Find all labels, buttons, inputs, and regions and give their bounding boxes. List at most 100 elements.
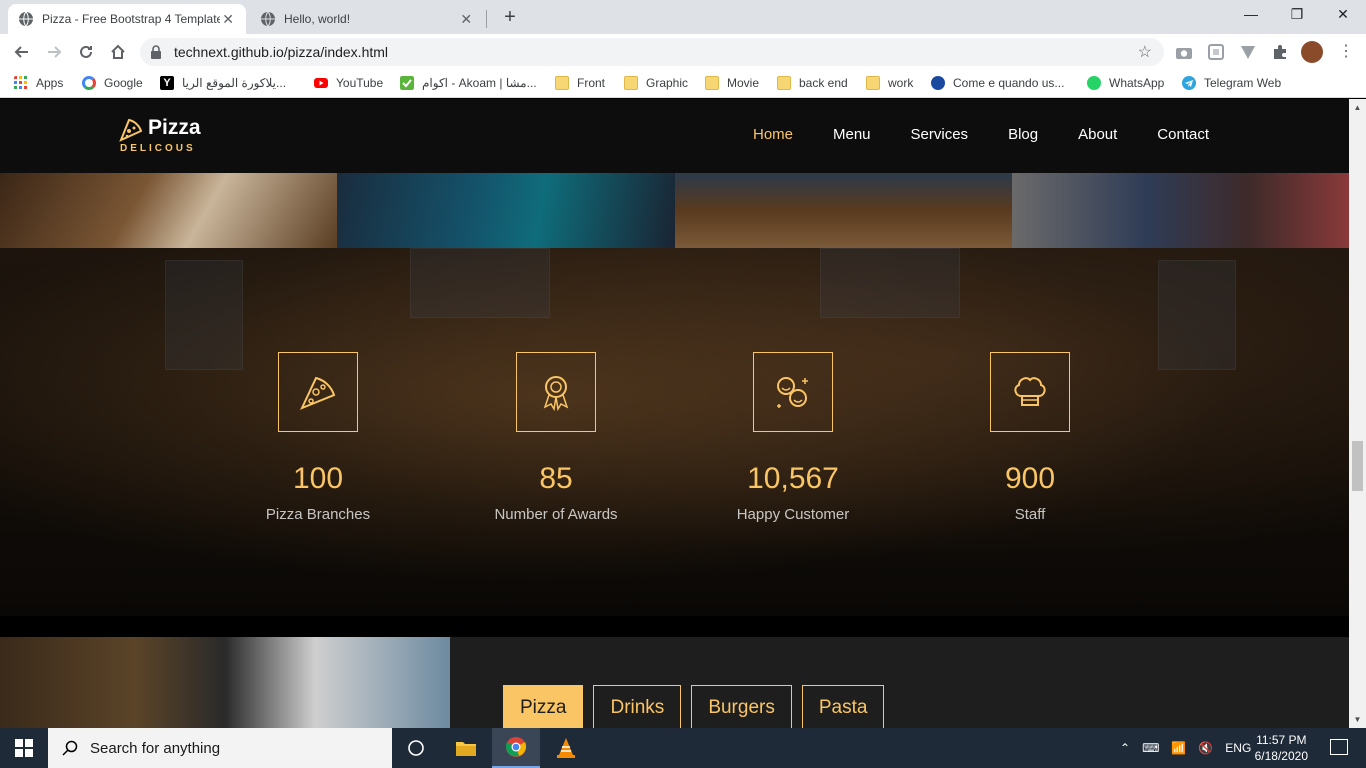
bookmark-folder-graphic[interactable]: Graphic — [624, 76, 688, 90]
search-placeholder: Search for anything — [90, 739, 221, 757]
forward-arrow-icon[interactable] — [42, 40, 66, 64]
taskbar-clock[interactable]: 11:57 PM 6/18/2020 — [1255, 732, 1308, 764]
section-gap — [0, 616, 1349, 637]
nav-menu[interactable]: Menu — [833, 126, 871, 143]
background-window — [410, 248, 550, 318]
browser-tab-strip: Pizza - Free Bootstrap 4 Template ✕ Hell… — [0, 0, 1366, 34]
menu-tab-pasta[interactable]: Pasta — [801, 685, 885, 728]
counter-value: 85 — [539, 462, 573, 495]
close-icon[interactable]: ✕ — [220, 11, 236, 28]
language-indicator[interactable]: ENG — [1225, 741, 1251, 755]
extension-box-icon[interactable] — [1206, 42, 1226, 62]
menu-tab-burgers[interactable]: Burgers — [691, 685, 792, 728]
minimize-button[interactable]: — — [1228, 0, 1274, 30]
back-arrow-icon[interactable] — [10, 40, 34, 64]
windows-taskbar: Search for anything ⌃ ⌨ 📶 🔇 ENG 11:57 PM… — [0, 728, 1366, 768]
site-logo[interactable]: Pizza DELICOUS — [118, 117, 201, 154]
new-tab-button[interactable]: + — [498, 6, 522, 30]
reload-icon[interactable] — [74, 40, 98, 64]
keyboard-icon[interactable]: ⌨ — [1142, 741, 1159, 755]
vpn-extension-icon[interactable] — [1238, 42, 1258, 62]
nav-home[interactable]: Home — [753, 126, 793, 143]
nav-services[interactable]: Services — [911, 126, 969, 143]
chevron-up-icon[interactable]: ⌃ — [1120, 741, 1130, 755]
address-bar[interactable]: technext.github.io/pizza/index.html ☆ — [140, 38, 1164, 66]
counter-icon-box — [753, 352, 833, 432]
background-window — [1158, 260, 1236, 370]
bookmark-google[interactable]: Google — [82, 76, 143, 90]
page-viewport: Pizza DELICOUS Home Menu Services Blog A… — [0, 99, 1349, 728]
scroll-up-arrow-icon[interactable]: ▲ — [1349, 99, 1366, 116]
counter-label: Happy Customer — [736, 506, 850, 523]
telegram-icon — [1182, 76, 1196, 90]
file-explorer-button[interactable] — [442, 728, 490, 768]
bookmark-yallakora[interactable]: Y يلاكورة الموقع الريا... — [160, 76, 286, 90]
check-icon — [400, 76, 414, 90]
puzzle-icon[interactable] — [1270, 42, 1290, 62]
taskbar-search-box[interactable]: Search for anything — [48, 728, 392, 768]
folder-icon — [777, 76, 791, 90]
counter-icon-box — [516, 352, 596, 432]
y-icon: Y — [160, 76, 174, 90]
counter-label: Pizza Branches — [265, 506, 371, 523]
bookmark-telegram[interactable]: Telegram Web — [1182, 76, 1281, 90]
bookmark-youtube[interactable]: YouTube — [314, 76, 383, 90]
counter-happy-customer: 10,567 Happy Customer — [673, 352, 913, 523]
counter-section: 100 Pizza Branches 85 Number of Awards 1… — [0, 248, 1349, 616]
bookmark-folder-work[interactable]: work — [866, 76, 913, 90]
windows-logo-icon — [15, 739, 33, 757]
nav-contact[interactable]: Contact — [1157, 126, 1209, 143]
bookmark-label: يلاكورة الموقع الريا... — [182, 76, 287, 90]
scroll-down-arrow-icon[interactable]: ▼ — [1349, 711, 1366, 728]
pizza-logo-icon — [119, 118, 143, 142]
tab-pizza[interactable]: Pizza - Free Bootstrap 4 Template ✕ — [8, 4, 246, 34]
task-view-button[interactable] — [392, 728, 440, 768]
camera-icon[interactable] — [1174, 42, 1194, 62]
speaker-muted-icon[interactable]: 🔇 — [1198, 741, 1213, 755]
chrome-icon — [505, 737, 527, 757]
bookmark-label: Apps — [36, 76, 64, 90]
url-text: technext.github.io/pizza/index.html — [174, 44, 389, 60]
bookmark-akoam[interactable]: اكوام - Akoam | مشا... — [400, 76, 537, 90]
bookmark-folder-back-end[interactable]: back end — [777, 76, 848, 90]
more-menu-icon[interactable]: ⋮ — [1334, 40, 1358, 64]
wifi-icon[interactable]: 📶 — [1171, 741, 1186, 755]
window-close-button[interactable]: ✕ — [1320, 0, 1366, 30]
bookmark-apps[interactable]: Apps — [14, 76, 63, 90]
bookmark-come-e-quando[interactable]: Come e quando us... — [931, 76, 1064, 90]
nav-about[interactable]: About — [1078, 126, 1117, 143]
bookmark-folder-movie[interactable]: Movie — [705, 76, 759, 90]
counter-label: Staff — [1014, 506, 1046, 523]
bookmark-whatsapp[interactable]: WhatsApp — [1087, 76, 1164, 90]
nav-blog[interactable]: Blog — [1008, 126, 1038, 143]
site-navbar: Pizza DELICOUS Home Menu Services Blog A… — [0, 99, 1349, 173]
counter-label: Number of Awards — [494, 506, 618, 523]
home-icon[interactable] — [106, 40, 130, 64]
menu-tab-drinks[interactable]: Drinks — [593, 685, 682, 728]
close-icon[interactable]: ✕ — [458, 11, 474, 28]
gallery-photo-laptop — [1011, 173, 1349, 248]
bookmark-folder-front[interactable]: Front — [555, 76, 605, 90]
vlc-taskbar-button[interactable] — [542, 728, 590, 768]
bookmark-label: Graphic — [646, 76, 689, 90]
lock-icon — [151, 45, 161, 59]
menu-tab-pizza[interactable]: Pizza — [503, 685, 584, 728]
folder-icon — [705, 76, 719, 90]
youtube-icon — [314, 78, 328, 88]
counter-value: 900 — [1004, 462, 1056, 495]
chef-hat-icon — [1014, 377, 1046, 406]
page-scrollbar[interactable]: ▲ ▼ — [1349, 99, 1366, 728]
bookmark-star-icon[interactable]: ☆ — [1138, 42, 1152, 62]
windows-start-button[interactable] — [0, 728, 48, 768]
counter-icon-box — [990, 352, 1070, 432]
globe-icon — [931, 76, 945, 90]
profile-avatar[interactable] — [1301, 41, 1323, 63]
chrome-taskbar-button[interactable] — [492, 728, 540, 768]
notification-center-icon[interactable] — [1330, 739, 1348, 755]
maximize-button[interactable]: ❐ — [1274, 0, 1320, 30]
folder-icon — [866, 76, 880, 90]
bookmarks-bar: Apps Google Y يلاكورة الموقع الريا... Yo… — [0, 70, 1366, 98]
tab-hello-world[interactable]: Hello, world! ✕ — [250, 4, 484, 34]
scrollbar-thumb[interactable] — [1352, 441, 1363, 491]
bookmark-label: Front — [577, 76, 606, 90]
